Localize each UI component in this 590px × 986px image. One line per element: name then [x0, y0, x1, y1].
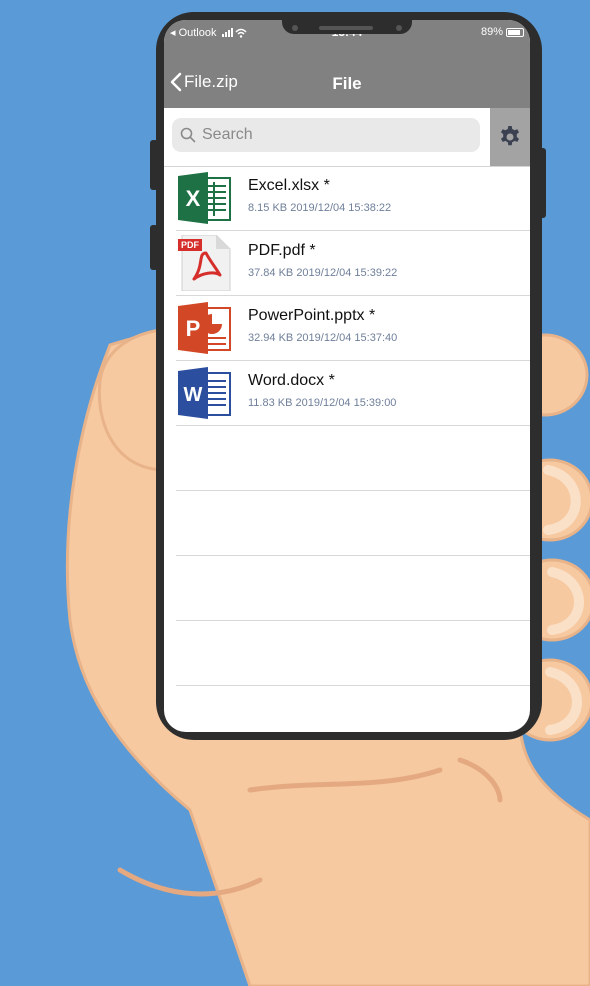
phone-screen: ◂ Outlook 15:44 89% File.zip File Search	[164, 20, 530, 732]
file-name: PowerPoint.pptx *	[248, 307, 376, 324]
list-item[interactable]: PDF PDF.pdf * 37.84 KB 2019/12/04 15:39:…	[176, 231, 530, 296]
camera-icon	[292, 25, 298, 31]
pdf-label: PDF	[181, 240, 200, 250]
search-input[interactable]: Search	[172, 118, 480, 152]
file-name: Word.docx *	[248, 372, 335, 389]
word-icon: W	[178, 367, 231, 419]
file-meta: 37.84 KB 2019/12/04 15:39:22	[248, 267, 398, 279]
sensor-icon	[396, 25, 402, 31]
navigation-bar: File.zip File	[164, 66, 530, 102]
file-name: PDF.pdf *	[248, 242, 316, 259]
powerpoint-letter: P	[186, 316, 201, 341]
list-item[interactable]: P PowerPoint.pptx * 32.94 KB 2019/12/04 …	[176, 296, 530, 361]
speaker	[319, 26, 373, 30]
powerpoint-icon: P	[178, 302, 231, 354]
file-meta: 8.15 KB 2019/12/04 15:38:22	[248, 202, 392, 214]
file-list: X Excel.xlsx * 8.15 KB 2019/12/04 15:38:…	[164, 166, 530, 686]
phone-side-button	[150, 140, 158, 190]
search-icon	[180, 127, 196, 143]
settings-button[interactable]	[490, 108, 530, 166]
list-item[interactable]: X Excel.xlsx * 8.15 KB 2019/12/04 15:38:…	[176, 166, 530, 231]
file-meta: 32.94 KB 2019/12/04 15:37:40	[248, 332, 398, 344]
empty-row	[176, 621, 530, 686]
excel-letter: X	[186, 186, 201, 211]
excel-icon: X	[178, 172, 231, 224]
empty-row	[176, 491, 530, 556]
phone-power-button	[538, 148, 546, 218]
pdf-icon: PDF	[178, 235, 231, 291]
search-placeholder: Search	[202, 126, 253, 143]
file-meta: 11.83 KB 2019/12/04 15:39:00	[248, 397, 397, 409]
battery-icon	[506, 27, 524, 37]
word-letter: W	[184, 384, 203, 406]
gear-icon	[501, 126, 519, 146]
empty-row	[176, 556, 530, 621]
phone-side-button	[150, 225, 158, 270]
page-title: File	[332, 74, 362, 93]
status-right: 89%	[481, 26, 524, 38]
battery-label: 89%	[480, 26, 503, 38]
search-bar: Search	[164, 108, 530, 167]
file-name: Excel.xlsx *	[248, 177, 330, 194]
empty-row	[176, 426, 530, 491]
list-item[interactable]: W Word.docx * 11.83 KB 2019/12/04 15:39:…	[176, 361, 530, 426]
